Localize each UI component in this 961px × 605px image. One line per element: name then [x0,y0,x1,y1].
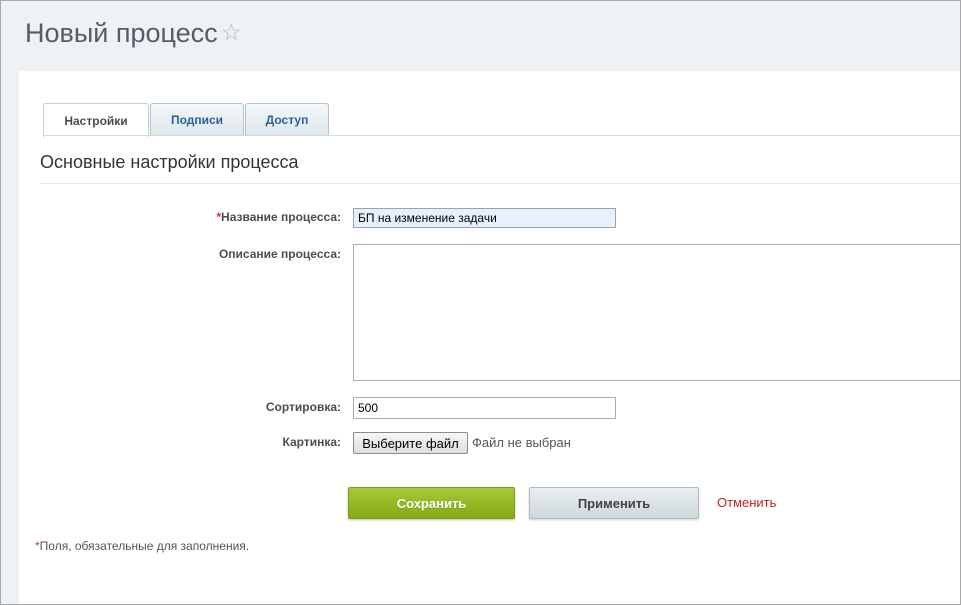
tab-label: Доступ [265,112,309,127]
required-fields-note-text: Поля, обязательные для заполнения. [39,539,250,553]
sort-label: Сортировка: [265,400,341,414]
tab-label: Подписи [170,112,224,127]
section-title: Основные настройки процесса [40,152,299,172]
required-fields-note: *Поля, обязательные для заполнения. [35,538,249,554]
process-name-label: *Название процесса: [216,209,341,225]
left-background-strip [1,71,19,604]
tab-settings[interactable]: Настройки [43,103,149,137]
tab-label: Настройки [64,113,128,128]
save-button[interactable]: Сохранить [348,487,515,519]
section-divider [40,183,960,184]
star-icon[interactable]: ☆ [221,18,242,48]
process-name-input[interactable] [353,208,616,228]
process-description-textarea[interactable] [353,244,960,381]
apply-button[interactable]: Применить [529,487,699,519]
tab-divider [43,135,960,136]
process-description-label: Описание процесса: [218,247,341,261]
page-header: Новый процесс ☆ [1,1,960,71]
picture-label: Картинка: [282,435,342,449]
cancel-link[interactable]: Отменить [717,495,776,511]
file-status: Файл не выбран [472,435,571,450]
tab-access[interactable]: Доступ [245,103,329,135]
tab-signatures[interactable]: Подписи [150,103,244,135]
page-title: Новый процесс [25,18,218,48]
choose-file-button[interactable]: Выберите файл [353,432,468,454]
sort-input[interactable] [353,397,616,419]
page-frame: Новый процесс ☆ Настройки Подписи Доступ… [0,0,961,605]
process-name-label-text: Название процесса: [221,210,341,224]
